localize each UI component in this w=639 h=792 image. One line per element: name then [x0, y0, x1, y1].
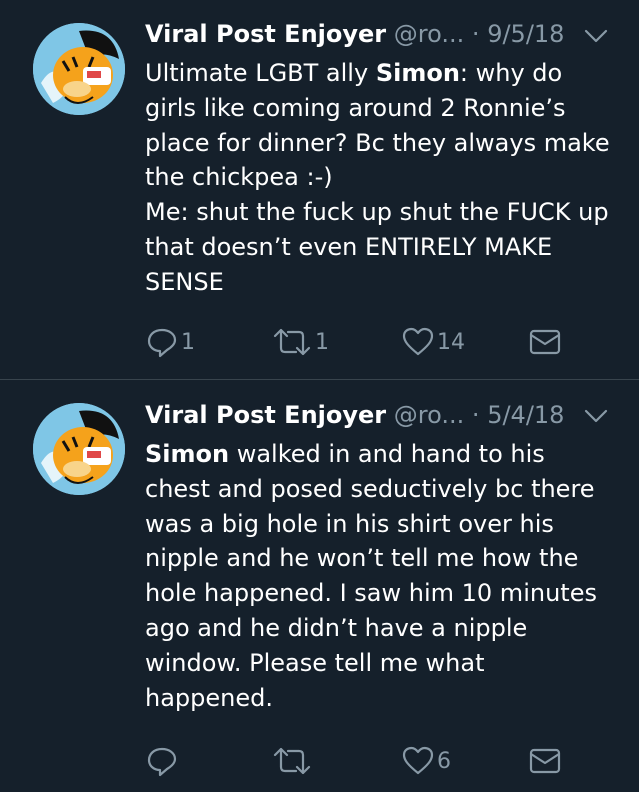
retweet-count: 1 [315, 329, 329, 355]
envelope-icon [529, 329, 561, 355]
reply-icon [147, 328, 177, 358]
tweet-header: Viral Post Enjoyer @ro... · 9/5/18 [145, 18, 564, 50]
retweet-icon [273, 747, 311, 775]
direct-message-button[interactable] [528, 326, 562, 358]
tweet: Viral Post Enjoyer @ro... · 9/5/18 Ultim… [0, 0, 639, 380]
like-count: 6 [437, 748, 451, 774]
direct-message-button[interactable] [528, 745, 562, 777]
chevron-down-icon[interactable] [583, 26, 609, 46]
tweet-date[interactable]: 5/4/18 [487, 401, 564, 429]
like-count: 14 [437, 329, 465, 355]
tweet-text: Ultimate LGBT ally Simon: why do girls l… [145, 56, 615, 300]
mention[interactable]: Simon [376, 59, 460, 87]
reply-count: 1 [181, 329, 195, 355]
tweet-header: Viral Post Enjoyer @ro... · 5/4/18 [145, 399, 564, 431]
heart-icon [402, 746, 434, 775]
heart-icon [402, 327, 434, 356]
tweet-date[interactable]: 9/5/18 [487, 20, 564, 48]
retweet-button[interactable]: 1 [272, 326, 329, 358]
like-button[interactable]: 6 [402, 745, 451, 777]
handle[interactable]: @ro... [394, 20, 465, 48]
mention[interactable]: Simon [145, 440, 229, 468]
reply-icon [147, 747, 177, 777]
separator: · [471, 20, 480, 48]
avatar[interactable] [33, 403, 125, 495]
garfield-avatar-image [33, 23, 125, 115]
retweet-icon [273, 328, 311, 356]
reply-button[interactable] [146, 745, 181, 777]
like-button[interactable]: 14 [402, 326, 465, 358]
retweet-button[interactable] [272, 745, 315, 777]
envelope-icon [529, 748, 561, 774]
display-name[interactable]: Viral Post Enjoyer [145, 20, 386, 48]
display-name[interactable]: Viral Post Enjoyer [145, 401, 386, 429]
tweet-text-part: walked in and hand to his chest and pose… [145, 440, 605, 712]
handle[interactable]: @ro... [394, 401, 465, 429]
tweet: Viral Post Enjoyer @ro... · 5/4/18 Simon… [0, 380, 639, 792]
reply-button[interactable]: 1 [146, 326, 195, 358]
chevron-down-icon[interactable] [583, 406, 609, 426]
tweet-text-part: : why do girls like coming around 2 Ronn… [145, 59, 610, 296]
tweet-text-part: Ultimate LGBT ally [145, 59, 376, 87]
garfield-avatar-image [33, 403, 125, 495]
tweet-text: Simon walked in and hand to his chest an… [145, 437, 615, 715]
separator: · [471, 401, 480, 429]
avatar[interactable] [33, 23, 125, 115]
